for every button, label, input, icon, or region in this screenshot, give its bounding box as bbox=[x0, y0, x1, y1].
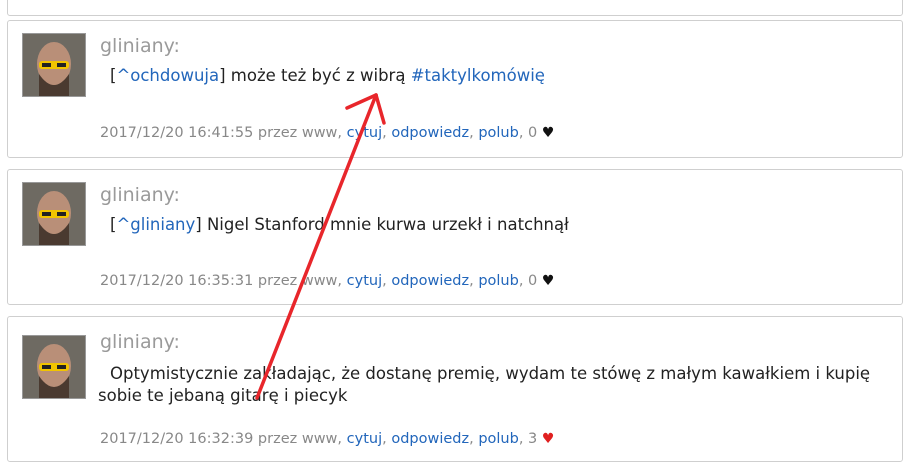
comment-author[interactable]: gliniany: bbox=[100, 35, 180, 57]
comment-meta: 2017/12/20 16:41:55 przez www, cytuj, od… bbox=[100, 125, 555, 141]
avatar[interactable] bbox=[22, 33, 86, 97]
like-count: 0 bbox=[528, 273, 538, 289]
comment-via: przez www, bbox=[257, 273, 343, 289]
comment-card: gliniany: Optymistycznie zakładając, że … bbox=[7, 316, 903, 462]
heart-icon[interactable]: ♥ bbox=[542, 431, 555, 447]
comment-meta: 2017/12/20 16:35:31 przez www, cytuj, od… bbox=[100, 273, 555, 289]
comment-date: 2017/12/20 16:32:39 bbox=[100, 431, 254, 447]
comment-card: gliniany: [^ochdowuja] może też być z wi… bbox=[7, 20, 903, 158]
reply-to-link[interactable]: ^ochdowuja bbox=[116, 66, 219, 85]
like-count: 0 bbox=[528, 125, 538, 141]
like-link[interactable]: polub bbox=[478, 431, 519, 447]
heart-icon[interactable]: ♥ bbox=[542, 273, 555, 289]
like-link[interactable]: polub bbox=[478, 125, 519, 141]
reply-link[interactable]: odpowiedz bbox=[391, 125, 469, 141]
comment-body: [^ochdowuja] może też być z wibrą #takty… bbox=[110, 66, 545, 85]
avatar-image bbox=[23, 34, 85, 96]
reply-link[interactable]: odpowiedz bbox=[391, 273, 469, 289]
comment-text: Nigel Stanford mnie kurwa urzekł i natch… bbox=[201, 215, 569, 234]
avatar-image bbox=[23, 336, 85, 398]
cite-link[interactable]: cytuj bbox=[347, 431, 382, 447]
comment-date: 2017/12/20 16:35:31 bbox=[100, 273, 254, 289]
hashtag-link[interactable]: #taktylkomówię bbox=[411, 66, 545, 85]
avatar-image bbox=[23, 183, 85, 245]
comment-card: gliniany: [^gliniany] Nigel Stanford mni… bbox=[7, 169, 903, 305]
heart-icon[interactable]: ♥ bbox=[542, 125, 555, 141]
cite-link[interactable]: cytuj bbox=[347, 125, 382, 141]
comment-body: [^gliniany] Nigel Stanford mnie kurwa ur… bbox=[110, 215, 569, 234]
previous-comment-card bbox=[7, 0, 903, 16]
like-link[interactable]: polub bbox=[478, 273, 519, 289]
comment-date: 2017/12/20 16:41:55 bbox=[100, 125, 254, 141]
comment-author[interactable]: gliniany: bbox=[100, 331, 180, 353]
comment-via: przez www, bbox=[257, 125, 343, 141]
comment-via: przez www, bbox=[257, 431, 343, 447]
avatar[interactable] bbox=[22, 182, 86, 246]
comment-meta: 2017/12/20 16:32:39 przez www, cytuj, od… bbox=[100, 431, 555, 447]
avatar[interactable] bbox=[22, 335, 86, 399]
reply-to-link[interactable]: ^gliniany bbox=[116, 215, 195, 234]
comment-text: Optymistycznie zakładając, że dostanę pr… bbox=[98, 364, 871, 405]
comment-author[interactable]: gliniany: bbox=[100, 184, 180, 206]
reply-link[interactable]: odpowiedz bbox=[391, 431, 469, 447]
like-count: 3 bbox=[528, 431, 538, 447]
comment-text: może też być z wibrą bbox=[225, 66, 411, 85]
cite-link[interactable]: cytuj bbox=[347, 273, 382, 289]
